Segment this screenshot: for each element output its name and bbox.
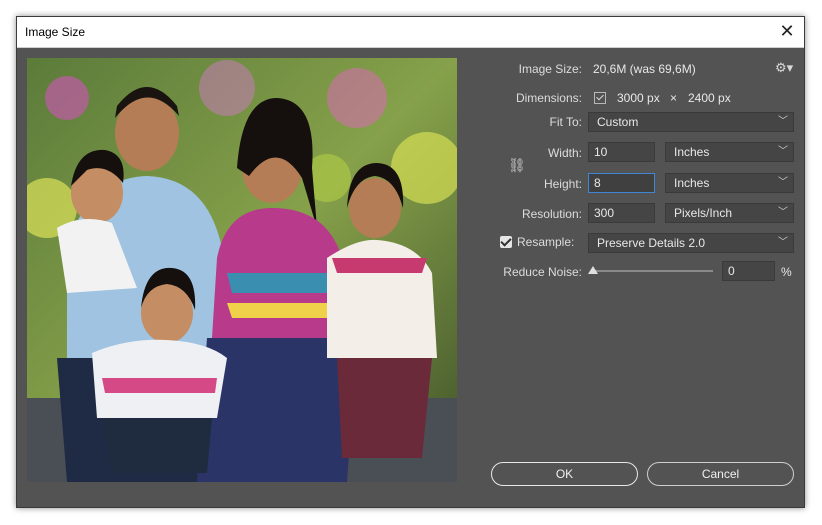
cancel-button[interactable]: Cancel bbox=[647, 462, 794, 486]
resample-method-select[interactable]: Preserve Details 2.0 ﹀ bbox=[588, 233, 794, 253]
fit-to-select[interactable]: Custom ﹀ bbox=[588, 112, 794, 132]
chevron-down-icon: ﹀ bbox=[778, 177, 788, 188]
resolution-unit-select[interactable]: Pixels/Inch ﹀ bbox=[665, 203, 794, 223]
dialog-title: Image Size bbox=[25, 25, 86, 39]
resolution-label: Resolution: bbox=[521, 207, 582, 221]
title-bar: Image Size ✕ bbox=[17, 17, 804, 48]
image-size-dialog: Image Size ✕ Image Size: 20,6M (was 69,6… bbox=[16, 16, 805, 508]
dimensions-height-value: 2400 px bbox=[688, 91, 731, 105]
height-unit-value: Inches bbox=[674, 176, 710, 190]
width-label: Width: bbox=[547, 146, 582, 160]
image-size-label: Image Size: bbox=[518, 62, 582, 76]
preview-photo bbox=[27, 58, 457, 482]
reduce-noise-slider[interactable] bbox=[593, 270, 713, 272]
chevron-down-icon: ﹀ bbox=[778, 207, 788, 218]
reduce-noise-slider-thumb[interactable] bbox=[588, 266, 598, 274]
width-input[interactable]: 10 bbox=[588, 142, 655, 162]
resample-label: Resample: bbox=[517, 235, 575, 249]
resolution-unit-value: Pixels/Inch bbox=[674, 206, 733, 220]
chevron-down-icon: ﹀ bbox=[778, 146, 788, 157]
ok-button[interactable]: OK bbox=[491, 462, 638, 486]
fit-to-label: Fit To: bbox=[549, 115, 582, 129]
resample-checkbox[interactable] bbox=[500, 236, 512, 248]
height-unit-select[interactable]: Inches ﹀ bbox=[665, 173, 794, 193]
chevron-down-icon: ﹀ bbox=[778, 116, 788, 127]
close-icon[interactable]: ✕ bbox=[776, 20, 798, 42]
reduce-noise-label: Reduce Noise: bbox=[503, 265, 582, 279]
resolution-input[interactable]: 300 bbox=[588, 203, 655, 223]
dimensions-units-toggle[interactable] bbox=[594, 92, 606, 104]
chevron-down-icon: ﹀ bbox=[778, 237, 788, 248]
resample-method-value: Preserve Details 2.0 bbox=[597, 236, 706, 250]
dimensions-separator: × bbox=[670, 91, 678, 105]
fit-to-value: Custom bbox=[597, 115, 639, 129]
width-unit-value: Inches bbox=[674, 145, 710, 159]
gear-icon[interactable]: ⚙▾ bbox=[775, 60, 793, 76]
image-size-value: 20,6M (was 69,6M) bbox=[593, 62, 696, 76]
image-preview[interactable] bbox=[27, 58, 457, 482]
reduce-noise-input[interactable]: 0 bbox=[722, 261, 775, 281]
width-unit-select[interactable]: Inches ﹀ bbox=[665, 142, 794, 162]
reduce-noise-percent: % bbox=[781, 265, 792, 279]
height-input[interactable]: 8 bbox=[588, 173, 655, 193]
dimensions-width-value: 3000 px bbox=[617, 91, 660, 105]
height-label: Height: bbox=[543, 177, 582, 191]
dimensions-label: Dimensions: bbox=[515, 91, 582, 105]
